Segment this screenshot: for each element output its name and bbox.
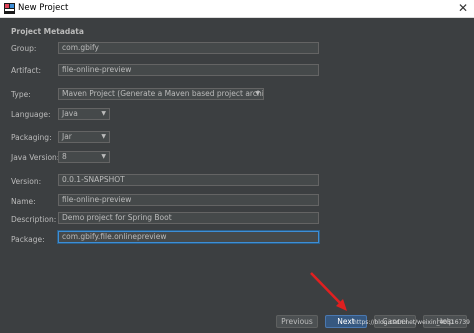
watermark: https://blog.csdn.net/weixin_40516739 bbox=[352, 319, 470, 326]
dialog-content bbox=[0, 18, 474, 311]
app-icon bbox=[4, 3, 15, 14]
type-select[interactable]: Maven Project (Generate a Maven based pr… bbox=[58, 88, 264, 100]
chevron-down-icon: ▼ bbox=[101, 133, 106, 140]
package-label: Package: bbox=[11, 235, 45, 244]
java-version-label: Java Version: bbox=[11, 153, 60, 162]
type-value: Maven Project (Generate a Maven based pr… bbox=[62, 89, 264, 98]
language-value: Java bbox=[62, 109, 78, 118]
window-title: New Project bbox=[18, 3, 69, 13]
version-field[interactable]: 0.0.1-SNAPSHOT bbox=[58, 174, 319, 186]
chevron-down-icon: ▼ bbox=[255, 90, 260, 97]
language-label: Language: bbox=[11, 110, 51, 119]
group-field[interactable]: com.gbify bbox=[58, 42, 319, 54]
artifact-label: Artifact: bbox=[11, 66, 42, 75]
title-bar: New Project ✕ bbox=[0, 0, 474, 18]
java-version-select[interactable]: 8 ▼ bbox=[58, 151, 110, 163]
annotation-arrow-icon bbox=[310, 272, 347, 311]
description-label: Description: bbox=[11, 215, 57, 224]
close-icon[interactable]: ✕ bbox=[458, 1, 468, 15]
section-title: Project Metadata bbox=[11, 27, 84, 36]
name-label: Name: bbox=[11, 197, 36, 206]
name-field[interactable]: file-online-preview bbox=[58, 194, 319, 206]
type-label: Type: bbox=[11, 90, 31, 99]
java-version-value: 8 bbox=[62, 152, 67, 161]
chevron-down-icon: ▼ bbox=[101, 110, 106, 117]
package-field[interactable]: com.gbify.file.onlinepreview bbox=[58, 231, 319, 243]
description-field[interactable]: Demo project for Spring Boot bbox=[58, 212, 319, 224]
chevron-down-icon: ▼ bbox=[101, 153, 106, 160]
group-label: Group: bbox=[11, 44, 37, 53]
packaging-select[interactable]: Jar ▼ bbox=[58, 131, 110, 143]
artifact-field[interactable]: file-online-preview bbox=[58, 64, 319, 76]
version-label: Version: bbox=[11, 177, 42, 186]
language-select[interactable]: Java ▼ bbox=[58, 108, 110, 120]
previous-button[interactable]: Previous bbox=[276, 315, 318, 328]
packaging-label: Packaging: bbox=[11, 133, 52, 142]
packaging-value: Jar bbox=[62, 132, 72, 141]
